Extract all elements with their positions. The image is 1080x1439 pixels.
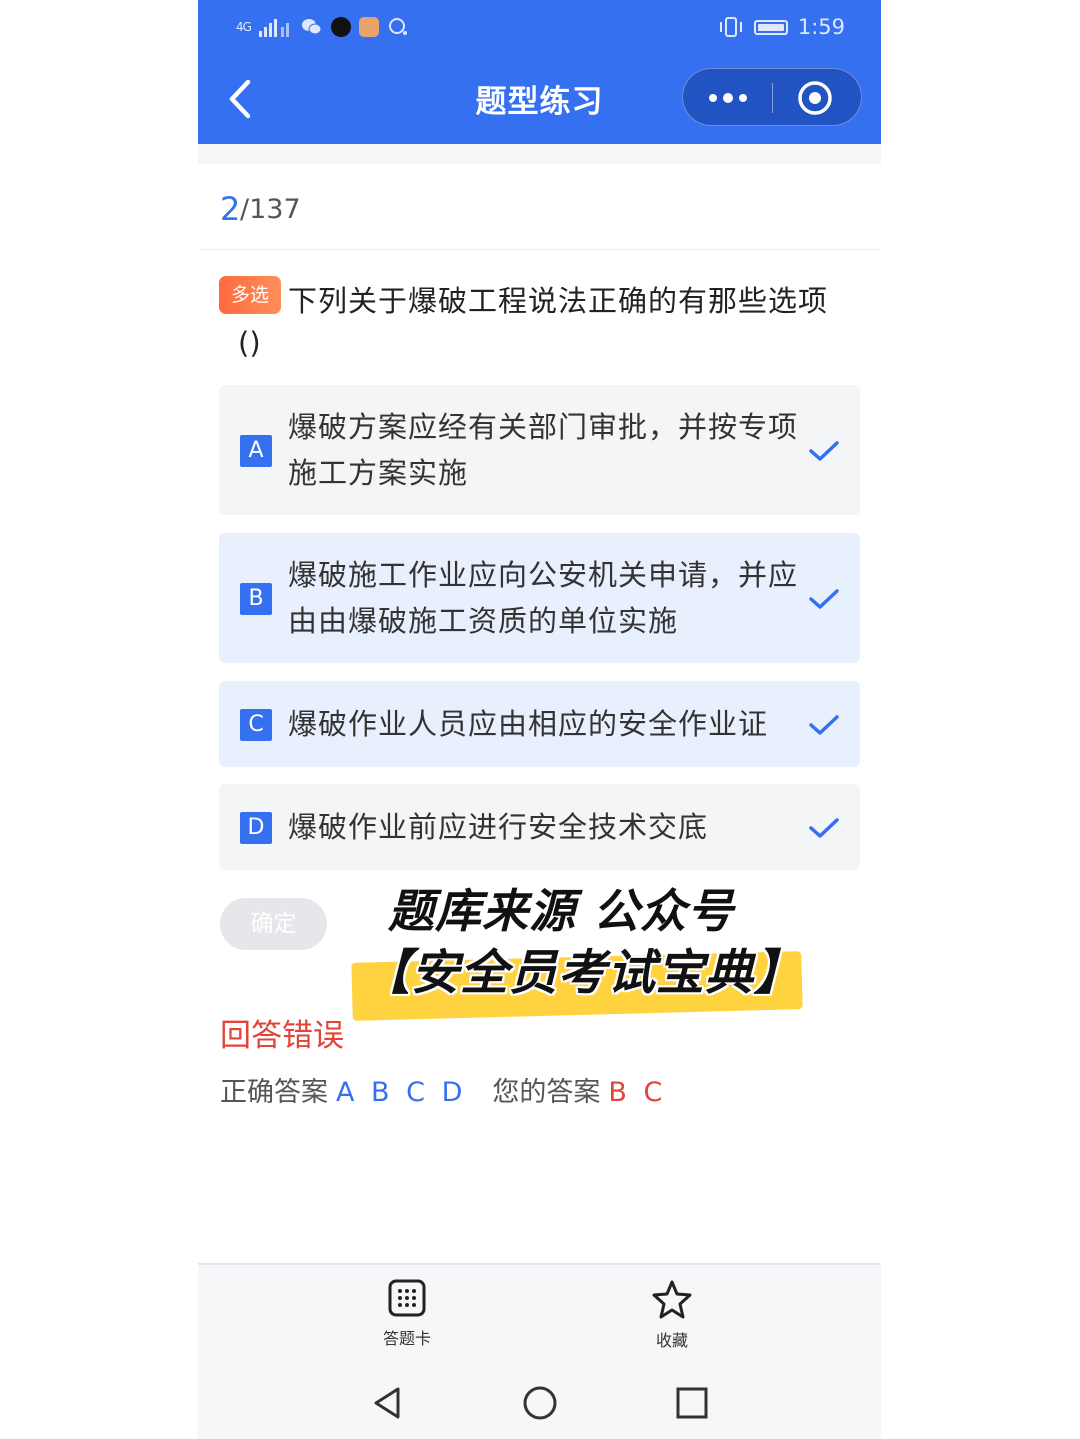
answer-card-tab[interactable]: 答题卡 xyxy=(347,1279,467,1349)
option-text: 爆破作业前应进行安全技术交底 xyxy=(288,810,709,844)
header: 4G 1:59 题型练习 xyxy=(198,0,881,144)
vibrate-icon xyxy=(719,17,742,37)
option-letter: D xyxy=(240,812,272,844)
watermark-line-2: 【安全员考试宝典】 xyxy=(362,945,804,1001)
nav-home-icon[interactable] xyxy=(520,1383,560,1423)
nav-recent-icon[interactable] xyxy=(672,1383,712,1423)
question-type-badge: 多选 xyxy=(219,276,281,314)
answer-result: 回答错误 xyxy=(220,1018,344,1054)
target-icon xyxy=(798,81,832,115)
your-answer-label: 您的答案 xyxy=(492,1077,601,1108)
correct-answer-label: 正确答案 xyxy=(220,1077,328,1108)
option-c[interactable]: C 爆破作业人员应由相应的安全作业证 xyxy=(219,681,860,767)
miniprogram-capsule xyxy=(682,68,862,126)
chat-icon xyxy=(388,18,407,35)
option-text: 爆破方案应经有关部门审批，并按专项施工方案实施 xyxy=(288,410,799,490)
wechat-icon xyxy=(301,19,322,35)
more-dots-icon xyxy=(709,93,747,103)
option-a[interactable]: A 爆破方案应经有关部门审批，并按专项施工方案实施 xyxy=(219,385,860,515)
check-icon xyxy=(809,715,839,735)
close-miniprogram-button[interactable] xyxy=(795,79,835,117)
question-text: 下列关于爆破工程说法正确的有那些选项 xyxy=(288,284,829,318)
total-question-count: /137 xyxy=(240,194,301,225)
favorite-label: 收藏 xyxy=(655,1331,688,1350)
question-area: 多选 下列关于爆破工程说法正确的有那些选项 () A 爆破方案应经有关部门审批，… xyxy=(198,250,881,1263)
watermark-line-1: 题库来源 公众号 xyxy=(388,884,735,938)
signal-icon: 4G xyxy=(236,20,252,34)
grid-card-icon xyxy=(388,1279,426,1317)
favorite-tab[interactable]: 收藏 xyxy=(612,1279,732,1351)
status-bar-left: 4G xyxy=(236,12,409,42)
option-letter: A xyxy=(240,435,272,467)
your-answer-value: B C xyxy=(608,1077,667,1108)
clock: 1:59 xyxy=(797,15,845,39)
check-icon xyxy=(809,589,839,609)
confirm-button[interactable]: 确定 xyxy=(220,898,327,950)
question-blank: () xyxy=(238,326,261,360)
check-icon xyxy=(809,818,839,838)
bottom-toolbar: 答题卡 收藏 xyxy=(198,1263,881,1363)
option-text: 爆破作业人员应由相应的安全作业证 xyxy=(288,707,769,741)
star-icon xyxy=(652,1280,692,1319)
phone-screen: 4G 1:59 题型练习 2 /137 多选 下列关于爆破工程说法正确的有那些选… xyxy=(198,0,881,1439)
more-button[interactable] xyxy=(703,81,753,115)
nav-back-icon[interactable] xyxy=(368,1383,408,1423)
current-question-number: 2 xyxy=(220,190,241,228)
option-letter: B xyxy=(240,583,272,615)
correct-answer-value: A B C D xyxy=(336,1077,467,1108)
answer-summary: 正确答案 A B C D 您的答案 B C xyxy=(220,1070,666,1109)
watermark-overlay: 题库来源 公众号 【安全员考试宝典】 xyxy=(348,875,818,1025)
option-letter: C xyxy=(240,709,272,741)
check-icon xyxy=(809,441,839,461)
option-b[interactable]: B 爆破施工作业应向公安机关申请，并应由由爆破施工资质的单位实施 xyxy=(219,533,860,663)
battery-icon xyxy=(753,19,788,35)
system-nav-bar xyxy=(198,1363,881,1439)
answer-card-label: 答题卡 xyxy=(382,1329,431,1348)
capsule-divider xyxy=(772,83,773,113)
signal-bars-icon xyxy=(258,19,289,37)
status-bar-right: 1:59 xyxy=(718,12,845,42)
app-icon xyxy=(358,17,379,37)
option-d[interactable]: D 爆破作业前应进行安全技术交底 xyxy=(219,784,860,870)
tiktok-icon xyxy=(330,17,351,37)
question-counter: 2 /137 xyxy=(198,164,881,250)
option-text: 爆破施工作业应向公安机关申请，并应由由爆破施工资质的单位实施 xyxy=(288,558,799,638)
